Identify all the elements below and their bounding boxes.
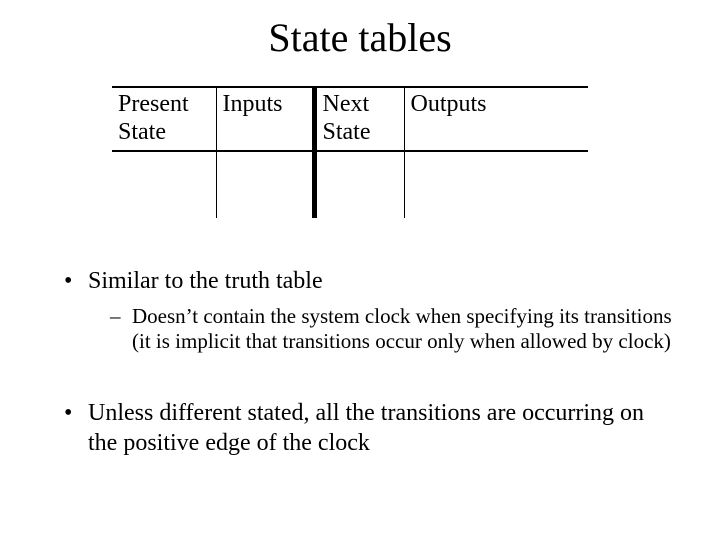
cell-outputs <box>404 151 588 218</box>
col-header-next-state: Next State <box>314 87 404 151</box>
cell-next-state <box>314 151 404 218</box>
state-table: Present State Inputs Next State Outputs <box>112 86 588 218</box>
cell-inputs <box>216 151 314 218</box>
table-empty-row <box>112 151 588 218</box>
state-table-grid: Present State Inputs Next State Outputs <box>112 86 588 218</box>
bullet-1-sub: Doesn’t contain the system clock when sp… <box>110 304 672 354</box>
col-header-present-state: Present State <box>112 87 216 151</box>
spacer <box>64 354 672 398</box>
slide: State tables Present State Inputs Next S… <box>0 0 720 540</box>
bullet-1: Similar to the truth table <box>64 266 672 296</box>
table-header-row: Present State Inputs Next State Outputs <box>112 87 588 151</box>
col-header-inputs: Inputs <box>216 87 314 151</box>
cell-present-state <box>112 151 216 218</box>
slide-title: State tables <box>0 14 720 61</box>
bullet-2: Unless different stated, all the transit… <box>64 398 672 458</box>
col-header-outputs: Outputs <box>404 87 588 151</box>
bullet-list: Similar to the truth table Doesn’t conta… <box>64 266 672 466</box>
